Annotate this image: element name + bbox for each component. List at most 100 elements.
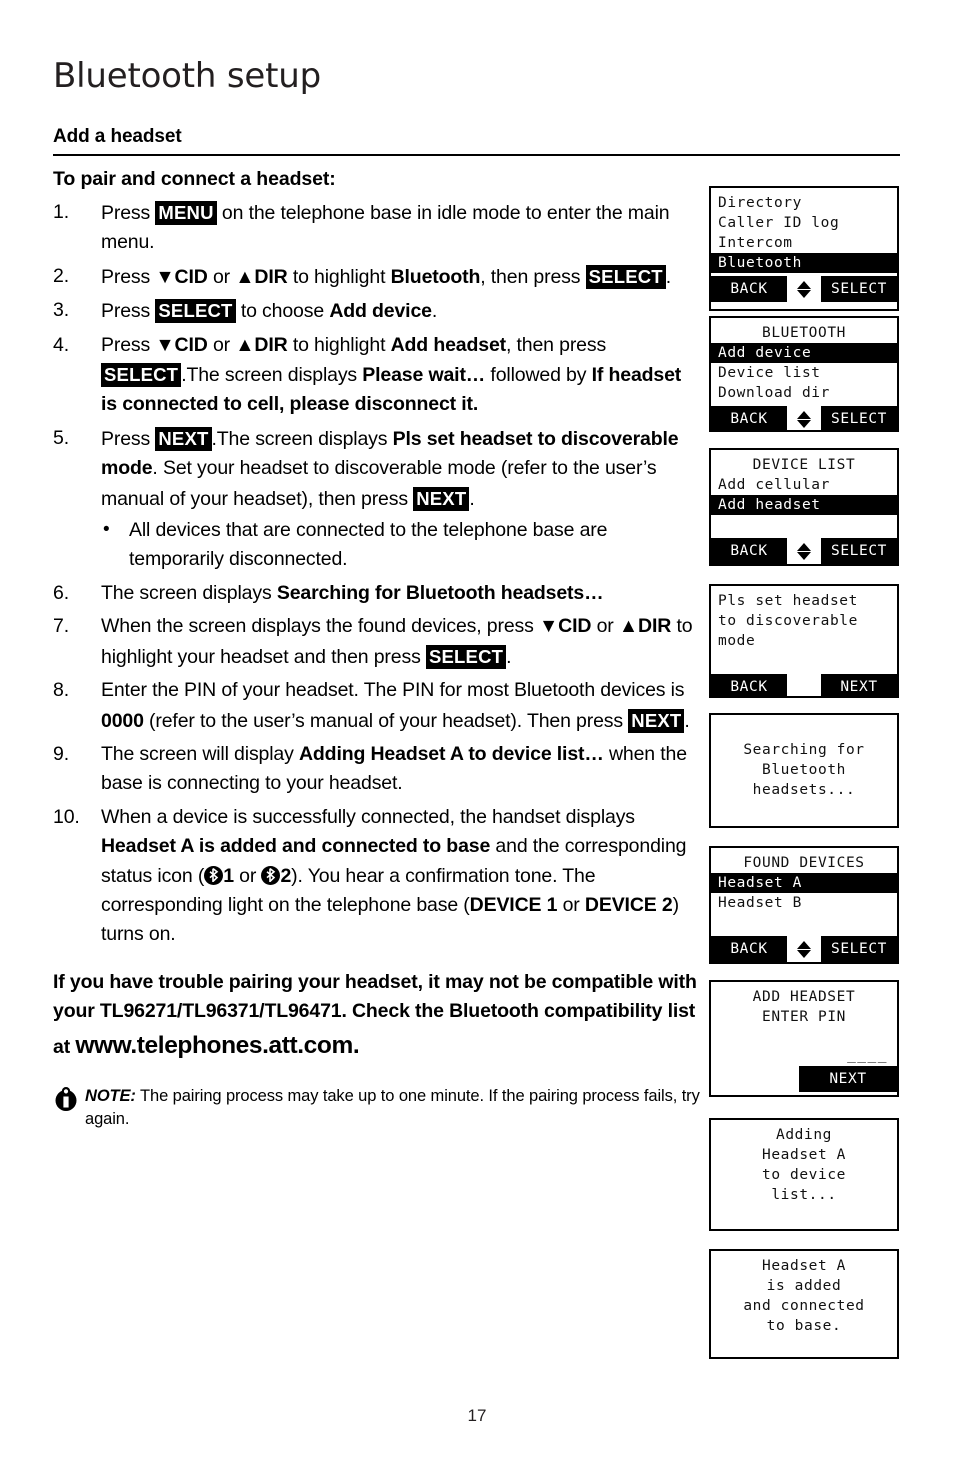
step-text: Press ▼CID or ▲DIR to highlight Add head… (101, 333, 682, 416)
softkey-back[interactable]: BACK (711, 406, 787, 430)
lcd-line[interactable]: Headset B (718, 893, 890, 913)
arrow-down-icon (797, 949, 811, 958)
lcd-line[interactable]: BLUETOOTH (718, 323, 890, 343)
lcd-line[interactable]: Adding (718, 1125, 890, 1145)
softkey-select[interactable]: SELECT (821, 276, 897, 302)
softkey-back[interactable]: BACK (711, 538, 787, 564)
softkey-select[interactable]: SELECT (821, 406, 897, 430)
lcd-softkey-bar: NEXT (711, 1066, 897, 1092)
lcd-line[interactable]: Directory (718, 193, 890, 213)
step-sub-list: • All devices that are connected to the t… (101, 516, 701, 575)
step-text: Press MENU on the telephone base in idle… (101, 201, 670, 254)
lcd-body: DEVICE LIST Add cellular Add headset (711, 450, 897, 538)
step-item: 7. When the screen displays the found dev… (53, 612, 701, 672)
lcd-softkey-bar: BACK SELECT (711, 538, 897, 564)
scroll-arrows-icon[interactable] (787, 276, 821, 302)
lcd-line[interactable]: headsets... (718, 780, 890, 800)
lead-in-text: To pair and connect a headset: (53, 168, 336, 190)
lcd-line[interactable]: Download dir (718, 383, 890, 403)
lcd-line[interactable]: Headset A (718, 1145, 890, 1165)
softkey-back[interactable]: BACK (711, 276, 787, 302)
lcd-body: Directory Caller ID log Intercom Bluetooth (711, 188, 897, 276)
lcd-line[interactable]: to discoverable (718, 611, 890, 631)
softkey-select[interactable]: SELECT (821, 538, 897, 564)
lcd-line[interactable]: to device (718, 1165, 890, 1185)
lcd-line[interactable]: Headset A (718, 1256, 890, 1276)
section-divider (53, 154, 900, 156)
step-number: 10. (53, 805, 80, 828)
lcd-line[interactable]: and connected (718, 1296, 890, 1316)
lcd-screen-searching: Searching for Bluetooth headsets... (709, 713, 899, 828)
lcd-screen-enter-pin: ADD HEADSET ENTER PIN ____ NEXT (709, 980, 899, 1097)
arrow-down-icon (797, 289, 811, 298)
lcd-line[interactable]: Caller ID log (718, 213, 890, 233)
lcd-screen-bluetooth-menu: BLUETOOTH Add device Device list Download d… (709, 316, 899, 432)
softkey-back[interactable]: BACK (711, 674, 787, 696)
step-item: 2. Press ▼CID or ▲DIR to highlight Blueto… (53, 262, 701, 292)
pin-entry-field[interactable]: ____ (718, 1047, 890, 1063)
step-item: 8. Enter the PIN of your headset. The PIN… (53, 676, 701, 736)
support-url[interactable]: www.telephones.att.com. (75, 1031, 359, 1061)
scroll-arrows-icon[interactable] (787, 936, 821, 962)
lcd-line[interactable]: Intercom (718, 233, 890, 253)
arrow-up-icon (797, 940, 811, 949)
step-item: 6. The screen displays Searching for Blue… (53, 579, 701, 608)
step-number: 9. (53, 742, 69, 765)
softkey-back[interactable]: BACK (711, 936, 787, 962)
lcd-line[interactable]: DEVICE LIST (718, 455, 890, 475)
trouble-paragraph: If you have trouble pairing your headset… (53, 968, 701, 1063)
lcd-line (718, 1027, 890, 1047)
lcd-screen-adding-headset: Adding Headset Ato device list... (709, 1118, 899, 1231)
lcd-body: Adding Headset Ato device list... (711, 1120, 897, 1208)
arrow-up-icon (797, 542, 811, 551)
step-text: The screen will display Adding Headset A… (101, 742, 687, 795)
lcd-line (718, 720, 890, 740)
arrow-up-icon (797, 280, 811, 289)
lcd-softkey-bar: BACK SELECT (711, 936, 897, 962)
lcd-line[interactable]: is added (718, 1276, 890, 1296)
lcd-line (718, 913, 890, 933)
step-sub-text: All devices that are connected to the te… (129, 519, 608, 571)
lcd-line-selected[interactable]: Headset A (711, 873, 897, 893)
lcd-line (718, 651, 890, 671)
instructions-column: To pair and connect a headset: 1. Press M… (53, 168, 701, 1131)
lcd-line[interactable]: Device list (718, 363, 890, 383)
lcd-line-selected[interactable]: Add headset (711, 495, 897, 515)
lcd-line-selected[interactable]: Bluetooth (711, 253, 897, 273)
note-label: NOTE: (85, 1086, 136, 1105)
softkey-next[interactable]: NEXT (799, 1066, 897, 1092)
lcd-line[interactable]: Searching for (718, 740, 890, 760)
lcd-line[interactable]: Bluetooth (718, 760, 890, 780)
lcd-line[interactable]: list... (718, 1185, 890, 1205)
scroll-arrows-icon[interactable] (787, 538, 821, 564)
lcd-softkey-bar: BACK NEXT (711, 674, 897, 696)
step-text: Press ▼CID or ▲DIR to highlight Bluetoot… (101, 264, 672, 289)
step-item: 4. Press ▼CID or ▲DIR to highlight Add he… (53, 331, 701, 420)
lcd-screen-headset-added: Headset Ais added and connected to base. (709, 1249, 899, 1359)
scroll-arrows-icon[interactable] (787, 406, 821, 430)
bullet-icon: • (103, 519, 110, 541)
step-text: Press SELECT to choose Add device. (101, 299, 438, 324)
step-number: 6. (53, 581, 69, 604)
lcd-line[interactable]: Pls set headset (718, 591, 890, 611)
lcd-body: Pls set headset to discoverable mode (711, 586, 897, 674)
note-text: The pairing process may take up to one m… (85, 1086, 700, 1128)
lcd-line[interactable]: to base. (718, 1316, 890, 1336)
arrow-down-icon (797, 419, 811, 428)
lcd-screen-found-devices: FOUND DEVICES Headset A Headset B BACK SELE… (709, 846, 899, 964)
step-text: When the screen displays the found devic… (101, 615, 693, 669)
step-text: Enter the PIN of your headset. The PIN f… (101, 679, 690, 733)
softkey-next[interactable]: NEXT (821, 674, 897, 696)
arrow-down-icon (797, 551, 811, 560)
lcd-line[interactable]: Add cellular (718, 475, 890, 495)
lcd-line[interactable]: ADD HEADSET (718, 987, 890, 1007)
softkey-select[interactable]: SELECT (821, 936, 897, 962)
lcd-line[interactable]: mode (718, 631, 890, 651)
lcd-line[interactable]: FOUND DEVICES (718, 853, 890, 873)
step-number: 7. (53, 615, 69, 638)
lcd-line-selected[interactable]: Add device (711, 343, 897, 363)
step-number: 4. (53, 333, 69, 356)
lcd-line[interactable]: ENTER PIN (718, 1007, 890, 1027)
step-text: When a device is successfully connected,… (101, 805, 687, 946)
lcd-screen-main-menu: Directory Caller ID log Intercom Bluetooth B… (709, 186, 899, 311)
